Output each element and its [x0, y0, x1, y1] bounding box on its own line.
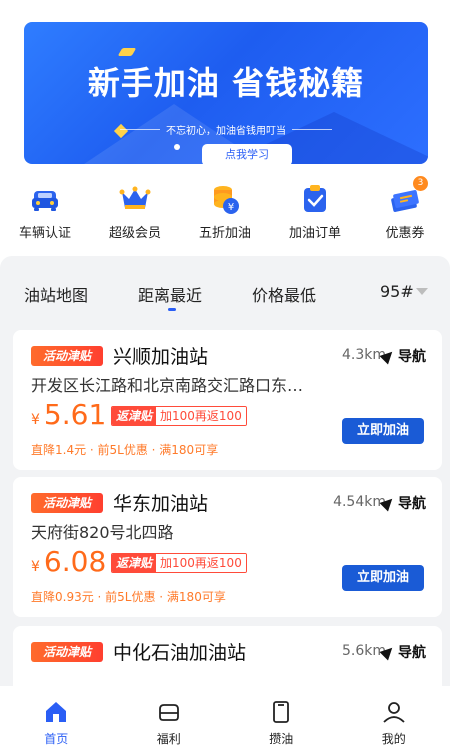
subsidy-tag: 活动津贴 [31, 642, 103, 662]
save-fuel-icon [268, 700, 294, 724]
station-name: 兴顺加油站 [113, 346, 209, 368]
banner-title: 新手加油 省钱秘籍 [87, 64, 365, 102]
quick-item-label: 优惠券 [385, 226, 425, 241]
nav-item-save-fuel[interactable]: 攒油 [225, 686, 338, 750]
subsidy-tag: 活动津贴 [31, 346, 103, 366]
navigation-arrow-icon [379, 347, 397, 365]
quick-item-orders[interactable]: 加油订单 [270, 182, 360, 244]
station-address: 天府街820号北四路 [31, 523, 174, 542]
divider [292, 129, 332, 130]
quick-menu: 车辆认证 超级会员 ¥ 五折加油 加油订单 3 优惠券 [0, 176, 450, 244]
bottom-nav: 首页 福利 攒油 我的 [0, 686, 450, 750]
tab-station-map[interactable]: 油站地图 [24, 282, 88, 306]
car-icon [28, 182, 62, 216]
navigate-button[interactable]: 导航 [379, 642, 426, 662]
coin-icon: ¥ [208, 182, 242, 216]
quick-item-super-member[interactable]: 超级会员 [90, 182, 180, 244]
promo-detail: 加100再返100 [156, 554, 246, 572]
active-tab-indicator [168, 308, 176, 311]
promo-detail: 加100再返100 [156, 407, 246, 425]
nav-item-home[interactable]: 首页 [0, 686, 113, 750]
quick-item-half-price[interactable]: ¥ 五折加油 [180, 182, 270, 244]
navigate-label: 导航 [398, 496, 426, 512]
promo-badge: 返津贴 加100再返100 [111, 406, 247, 426]
price-row: ¥ 6.08 [31, 545, 106, 578]
nav-item-welfare[interactable]: 福利 [113, 686, 226, 750]
quick-item-label: 车辆认证 [18, 226, 71, 241]
station-address: 开发区长江路和北京南路交汇路口东… [31, 376, 304, 395]
station-card[interactable]: 活动津贴 中化石油加油站 5.6km 导航 [13, 626, 442, 686]
nav-item-label: 福利 [156, 732, 181, 746]
profile-icon [381, 700, 407, 724]
price-row: ¥ 5.61 [31, 398, 106, 431]
station-name: 华东加油站 [113, 493, 209, 515]
banner-subtitle: 不忘初心，加油省钱用叮当 [166, 126, 286, 137]
quick-item-vehicle-auth[interactable]: 车辆认证 [0, 182, 90, 244]
filter-tabs: 油站地图 距离最近 价格最低 95# [0, 278, 450, 318]
fuel-price: 5.61 [43, 398, 107, 431]
navigate-button[interactable]: 导航 [379, 493, 426, 513]
nav-item-label: 首页 [44, 732, 69, 746]
station-card[interactable]: 活动津贴 华东加油站 4.54km 导航 天府街820号北四路 ¥ 6.08 返… [13, 477, 442, 617]
tab-cheapest[interactable]: 价格最低 [252, 282, 316, 306]
navigation-arrow-icon [379, 643, 397, 661]
quick-item-coupons[interactable]: 3 优惠券 [360, 176, 450, 244]
fuel-type-selector[interactable]: 95# [380, 282, 414, 301]
chevron-down-icon[interactable] [416, 288, 428, 295]
navigation-arrow-icon [379, 494, 397, 512]
discount-note: 直降0.93元 · 前5L优惠 · 满180可享 [31, 590, 226, 604]
quick-item-label: 加油订单 [288, 226, 341, 241]
quick-item-label: 超级会员 [108, 226, 161, 241]
currency-symbol: ¥ [31, 559, 40, 575]
promo-label: 返津贴 [112, 407, 157, 425]
station-distance: 4.54km [333, 494, 386, 510]
banner-decoration [174, 144, 180, 150]
tab-nearest[interactable]: 距离最近 [138, 282, 202, 306]
quick-item-label: 五折加油 [198, 226, 251, 241]
refuel-now-button[interactable]: 立即加油 [342, 418, 424, 444]
station-card[interactable]: 活动津贴 兴顺加油站 4.3km 导航 开发区长江路和北京南路交汇路口东… ¥ … [13, 330, 442, 470]
navigate-label: 导航 [398, 645, 426, 661]
banner-decoration [117, 48, 137, 56]
nav-item-label: 我的 [381, 732, 406, 746]
order-icon [298, 182, 332, 216]
navigate-button[interactable]: 导航 [379, 346, 426, 366]
learn-button[interactable]: 点我学习 [202, 144, 292, 164]
banner-subtitle-row: 不忘初心，加油省钱用叮当 [24, 122, 428, 137]
nav-item-label: 攒油 [269, 732, 294, 746]
discount-note: 直降1.4元 · 前5L优惠 · 满180可享 [31, 443, 219, 457]
home-icon [43, 700, 69, 724]
promo-banner[interactable]: 新手加油 省钱秘籍 不忘初心，加油省钱用叮当 点我学习 [24, 22, 428, 164]
crown-icon [118, 182, 152, 216]
nav-item-profile[interactable]: 我的 [338, 686, 450, 750]
divider [120, 129, 160, 130]
svg-text:¥: ¥ [228, 202, 234, 213]
station-list-area [0, 256, 450, 686]
fuel-price: 6.08 [43, 545, 107, 578]
promo-badge: 返津贴 加100再返100 [111, 553, 247, 573]
subsidy-tag: 活动津贴 [31, 493, 103, 513]
promo-label: 返津贴 [112, 554, 157, 572]
refuel-now-button[interactable]: 立即加油 [342, 565, 424, 591]
navigate-label: 导航 [398, 349, 426, 365]
welfare-icon [156, 700, 182, 724]
coupon-count-badge: 3 [413, 176, 428, 191]
currency-symbol: ¥ [31, 412, 40, 428]
station-name: 中化石油加油站 [113, 642, 247, 664]
